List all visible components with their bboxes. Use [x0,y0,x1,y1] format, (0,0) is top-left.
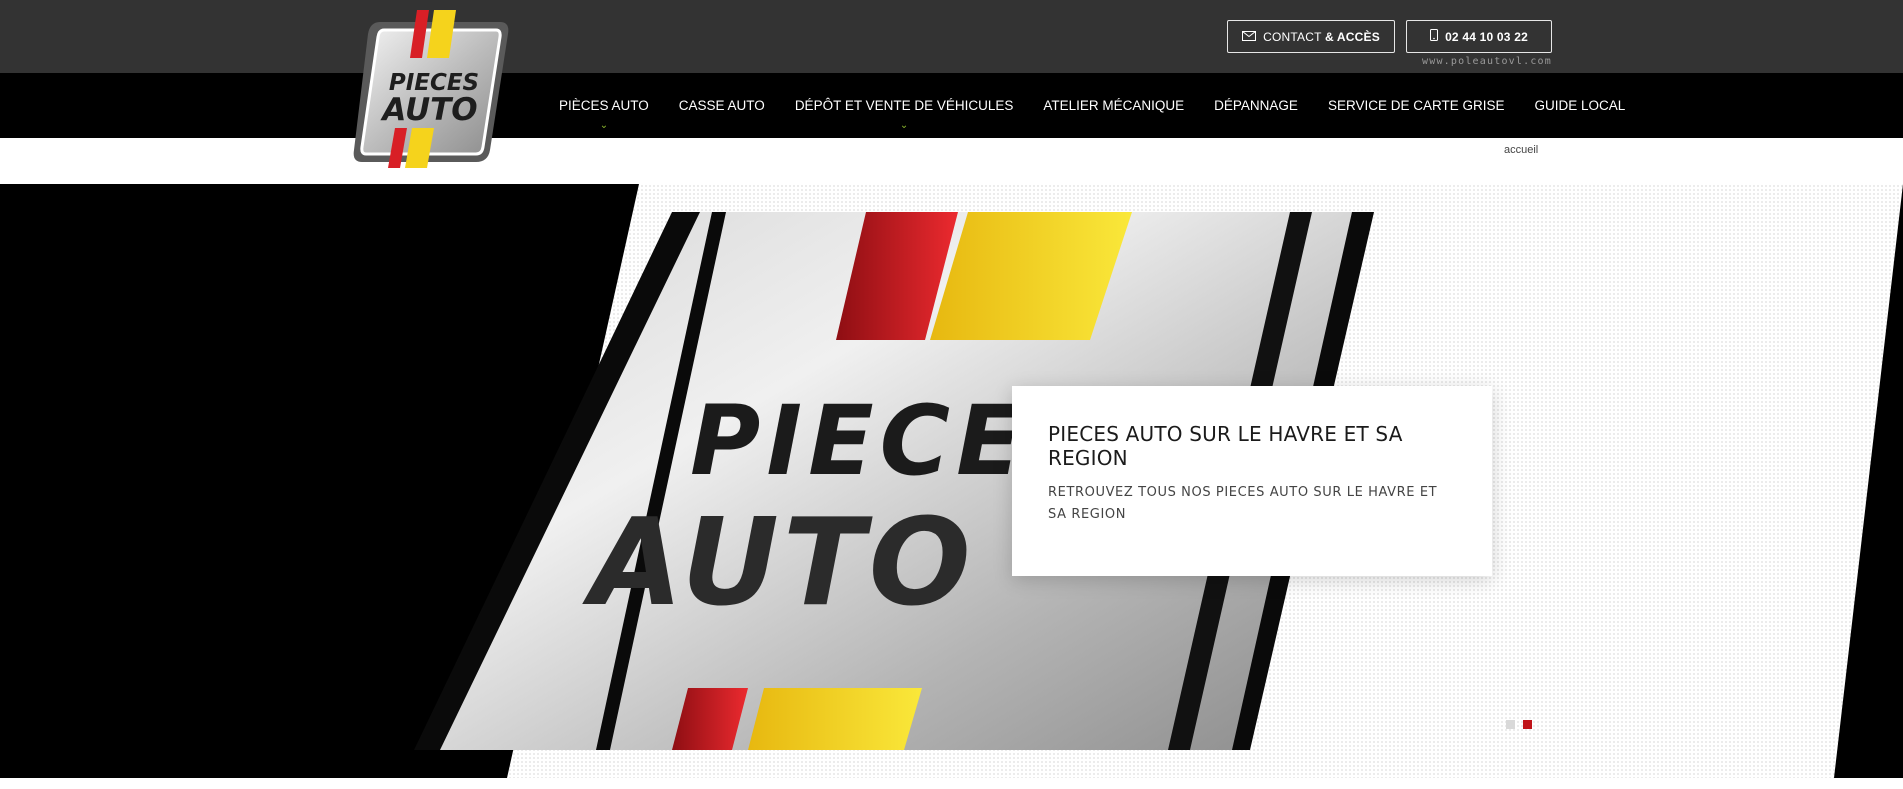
breadcrumb-bar [0,138,1903,184]
nav-label: PIÈCES AUTO [559,98,649,113]
access-label: & ACCÈS [1324,29,1380,44]
nav-item-guide-local[interactable]: GUIDE LOCAL [1535,98,1626,113]
website-url: www.poleautovl.com [1422,56,1552,67]
slide-caption-card: PIECES AUTO SUR LE HAVRE ET SA REGION RE… [1012,386,1492,576]
slider-dot-2-active[interactable] [1523,720,1532,729]
nav-item-carte-grise[interactable]: SERVICE DE CARTE GRISE [1328,98,1505,113]
plate-text-auto: AUTO [582,494,975,633]
nav-label: ATELIER MÉCANIQUE [1043,98,1185,113]
top-bar [0,0,1903,73]
envelope-icon [1242,30,1257,44]
mobile-phone-icon [1430,29,1439,44]
plate-yellow-stripe-bottom [748,688,922,750]
breadcrumb-home-link[interactable]: accueil [1504,144,1538,156]
phone-button[interactable]: 02 44 10 03 22 [1406,20,1552,53]
nav-item-atelier-mecanique[interactable]: ATELIER MÉCANIQUE [1043,98,1184,113]
contact-label: CONTACT [1263,29,1322,44]
hero-slider: PIECES AUTO [0,184,1903,778]
slider-dot-1[interactable] [1506,720,1515,729]
nav-label: SERVICE DE CARTE GRISE [1327,98,1505,113]
main-nav: PIÈCES AUTO ⌄ CASSE AUTO DÉPÔT ET VENTE … [559,98,1626,131]
nav-label: DÉPANNAGE [1214,98,1298,113]
site-logo[interactable]: PIECES AUTO [350,10,514,168]
phone-number: 02 44 10 03 22 [1445,29,1528,44]
nav-label: CASSE AUTO [678,98,765,113]
slide-caption-title: PIECES AUTO SUR LE HAVRE ET SA REGION [1048,422,1403,470]
slide-caption-text: RETROUVEZ TOUS NOS PIECES AUTO SUR LE HA… [1048,485,1438,522]
hero-slide-image: PIECES AUTO [0,184,1903,778]
hero-black-wedge [1834,184,1903,778]
slider-pagination [1506,720,1532,729]
nav-item-casse-auto[interactable]: CASSE AUTO [679,98,765,113]
nav-label: GUIDE LOCAL [1534,98,1626,113]
nav-item-depot-vente[interactable]: DÉPÔT ET VENTE DE VÉHICULES ⌄ [794,98,1014,131]
chevron-down-icon: ⌄ [599,120,609,131]
contact-access-button[interactable]: CONTACT & ACCÈS [1227,20,1395,53]
nav-label: DÉPÔT ET VENTE DE VÉHICULES [794,98,1014,113]
chevron-down-icon: ⌄ [899,120,909,131]
nav-item-depannage[interactable]: DÉPANNAGE [1214,98,1298,113]
logo-text-auto: AUTO [379,92,477,128]
nav-item-pieces-auto[interactable]: PIÈCES AUTO ⌄ [559,98,649,131]
